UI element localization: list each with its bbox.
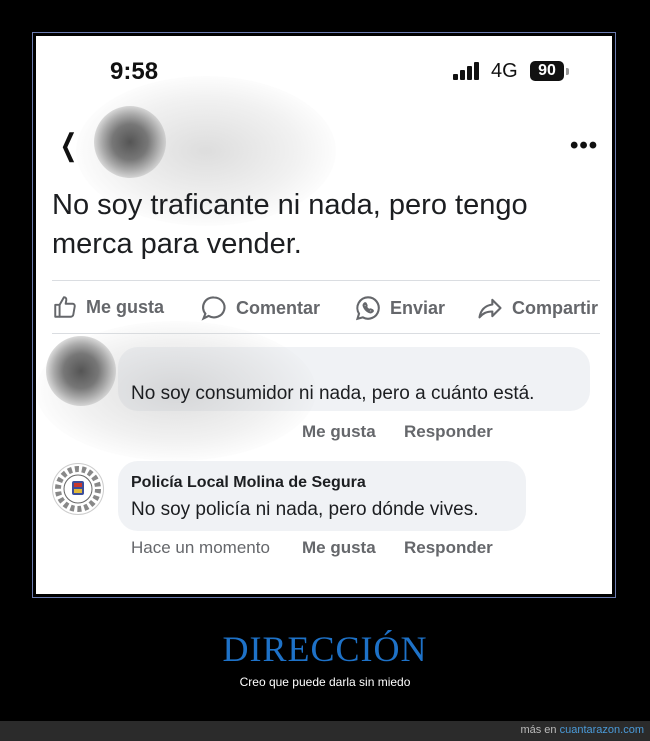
post-actions: Me gusta Comentar Enviar Compartir — [36, 294, 612, 324]
comment-icon — [201, 296, 226, 321]
commenter-avatar[interactable] — [46, 336, 116, 406]
clock: 9:58 — [110, 58, 159, 85]
comment-button[interactable]: Comentar — [200, 294, 320, 322]
comment-label: Comentar — [236, 297, 321, 318]
send-label: Enviar — [390, 297, 446, 318]
caption-subtitle: Creo que puede darla sin miedo — [239, 675, 411, 689]
back-icon[interactable]: ❮ — [60, 128, 78, 163]
comment-reply-link[interactable]: Responder — [404, 422, 493, 442]
comment-text: No soy consumidor ni nada, pero a cuánto… — [131, 383, 535, 404]
comment-text: No soy policía ni nada, pero dónde vives… — [131, 499, 479, 520]
footer-bar: más en cuantarazon.com — [0, 721, 650, 741]
comment-author[interactable]: Policía Local Molina de Segura — [131, 474, 366, 492]
share-button[interactable]: Compartir — [476, 294, 598, 322]
footer-text: más en cuantarazon.com — [520, 724, 644, 736]
battery-tip — [566, 68, 569, 75]
share-icon — [478, 298, 502, 319]
phone-screen: 9:58 4G 90 ❮ ••• No soy traficante ni na… — [36, 36, 612, 594]
divider — [52, 280, 600, 281]
footer-prefix: más en — [520, 724, 557, 736]
whatsapp-icon — [355, 296, 380, 321]
like-icon — [54, 296, 76, 318]
network-type: 4G — [491, 60, 518, 82]
battery-icon: 90 — [530, 61, 564, 81]
footer-link[interactable]: cuantarazon.com — [560, 724, 644, 736]
send-button[interactable]: Enviar — [354, 294, 445, 322]
police-logo-icon — [55, 466, 101, 512]
share-label: Compartir — [512, 297, 599, 318]
post-text: No soy traficante ni nada, pero tengo me… — [52, 189, 528, 260]
more-icon[interactable]: ••• — [570, 132, 598, 160]
police-avatar[interactable] — [52, 463, 104, 515]
comment-reply-link[interactable]: Responder — [404, 538, 493, 558]
comment-like-link[interactable]: Me gusta — [302, 538, 376, 558]
comment-like-link[interactable]: Me gusta — [302, 422, 376, 442]
comment-time: Hace un momento — [131, 538, 270, 557]
like-label: Me gusta — [86, 296, 165, 317]
like-button[interactable]: Me gusta — [52, 294, 164, 320]
signal-icon — [453, 62, 483, 80]
caption-title: DIRECCIÓN — [222, 629, 428, 669]
status-bar: 9:58 4G 90 — [36, 36, 612, 96]
screenshot-frame: 9:58 4G 90 ❮ ••• No soy traficante ni na… — [32, 32, 616, 598]
author-avatar[interactable] — [94, 106, 166, 178]
